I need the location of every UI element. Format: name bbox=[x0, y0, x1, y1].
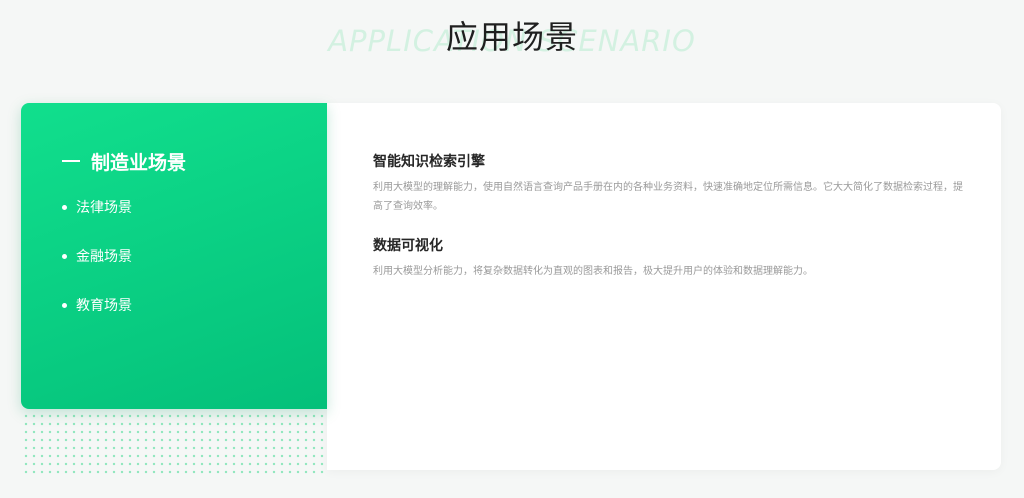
content-item-title: 数据可视化 bbox=[373, 238, 443, 254]
tab-finance[interactable]: 金融场景 bbox=[62, 244, 132, 268]
section-title: 应用场景 bbox=[445, 18, 578, 56]
bullet-icon bbox=[62, 204, 67, 210]
tab-label: 制造业场景 bbox=[91, 151, 187, 174]
application-scenario-section: APPLICATION SCENARIO 应用场景 智能知识检索引擎 利用大模型… bbox=[0, 0, 1024, 498]
bullet-icon bbox=[62, 253, 67, 259]
section-header: APPLICATION SCENARIO 应用场景 bbox=[0, 0, 1024, 80]
bullet-icon bbox=[62, 302, 67, 308]
content-item-title: 智能知识检索引擎 bbox=[373, 154, 485, 170]
scenario-content-card: 智能知识检索引擎 利用大模型的理解能力，使用自然语言查询产品手册在内的各种业务资… bbox=[327, 103, 1001, 470]
tab-education[interactable]: 教育场景 bbox=[62, 293, 132, 317]
tab-label: 法律场景 bbox=[76, 200, 132, 216]
content-item-description: 利用大模型的理解能力，使用自然语言查询产品手册在内的各种业务资料，快速准确地定位… bbox=[373, 182, 963, 212]
scenario-tab-panel: 制造业场景 法律场景 金融场景 教育场景 bbox=[21, 103, 327, 409]
tab-manufacturing[interactable]: 制造业场景 bbox=[62, 146, 186, 176]
tab-label: 教育场景 bbox=[76, 298, 132, 314]
dot-pattern-decoration bbox=[20, 410, 325, 474]
tab-label: 金融场景 bbox=[76, 249, 132, 265]
content-item-description: 利用大模型分析能力，将复杂数据转化为直观的图表和报告，极大提升用户的体验和数据理… bbox=[373, 266, 813, 277]
tab-legal[interactable]: 法律场景 bbox=[62, 195, 132, 219]
active-dash-icon bbox=[62, 160, 80, 162]
